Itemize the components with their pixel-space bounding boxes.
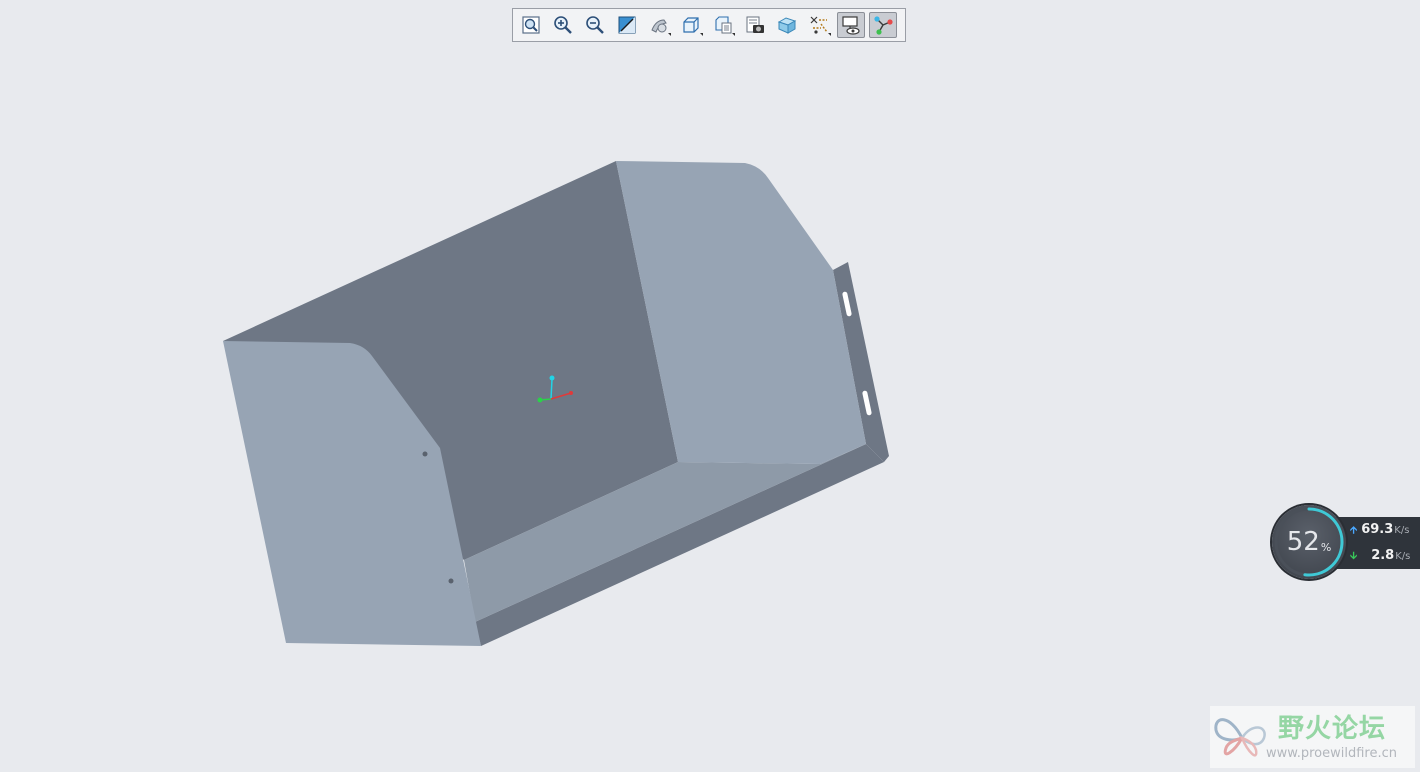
annotation-display-button[interactable] [837, 12, 865, 38]
perspective-button[interactable] [645, 12, 673, 38]
upload-arrow-icon: 🡩 [1350, 525, 1358, 536]
section-button[interactable] [773, 12, 801, 38]
view-manager-button[interactable] [741, 12, 769, 38]
cpu-usage-gauge: 52% [1272, 505, 1346, 579]
upload-speed-unit: K/s [1394, 525, 1410, 536]
display-style-icon [683, 17, 699, 33]
spin-center-button[interactable] [869, 12, 897, 38]
panel-hole-top[interactable] [422, 451, 428, 457]
zoom-in-icon [554, 16, 572, 34]
refit-button[interactable] [517, 12, 545, 38]
cpu-percent-value: 52 [1286, 527, 1320, 557]
butterfly-logo-icon [1214, 718, 1266, 757]
refit-icon [522, 16, 540, 34]
spin-center-icon [874, 16, 893, 35]
download-speed-value: 2.8 [1371, 548, 1395, 563]
display-style-dropdown-arrow[interactable] [700, 33, 703, 36]
saved-orientations-dropdown-arrow[interactable] [732, 33, 735, 36]
download-speed-unit: K/s [1395, 551, 1411, 562]
perspective-dropdown-arrow[interactable] [668, 33, 671, 36]
datum-display-dropdown-arrow[interactable] [828, 33, 831, 36]
watermark-url: www.proewildfire.cn [1266, 746, 1397, 761]
zoom-out-button[interactable] [581, 12, 609, 38]
datum-display-button[interactable] [805, 12, 833, 38]
graphics-window[interactable]: 52% 🡩 69.3 K/s 🡫 2.8 K/s 野火论坛 www.proewi… [0, 0, 1420, 772]
upload-speed-value: 69.3 [1361, 522, 1394, 537]
display-style-button[interactable] [677, 12, 705, 38]
watermark-title: 野火论坛 [1278, 714, 1387, 744]
panel-hole-bottom[interactable] [448, 578, 454, 584]
section-icon [777, 17, 797, 34]
network-speed-widget[interactable]: 52% 🡩 69.3 K/s 🡫 2.8 K/s [1272, 505, 1420, 579]
annotation-display-icon [842, 16, 860, 35]
upload-speed-row: 🡩 69.3 K/s [1350, 522, 1409, 540]
repaint-button[interactable] [613, 12, 641, 38]
perspective-icon [651, 19, 667, 33]
datum-display-icon [810, 16, 828, 34]
download-speed-row: 🡫 2.8 K/s [1350, 548, 1410, 566]
view-manager-icon [746, 16, 764, 33]
download-arrow-icon: 🡫 [1350, 551, 1358, 562]
saved-orientations-button[interactable] [709, 12, 737, 38]
cpu-percent-unit: % [1320, 540, 1332, 554]
saved-orientations-icon [715, 16, 732, 34]
zoom-out-icon [586, 16, 604, 34]
graphics-toolbar [512, 8, 906, 42]
repaint-icon [618, 16, 636, 34]
zoom-in-button[interactable] [549, 12, 577, 38]
model-view[interactable] [0, 0, 1420, 772]
forum-watermark: 野火论坛 www.proewildfire.cn [1210, 706, 1415, 768]
